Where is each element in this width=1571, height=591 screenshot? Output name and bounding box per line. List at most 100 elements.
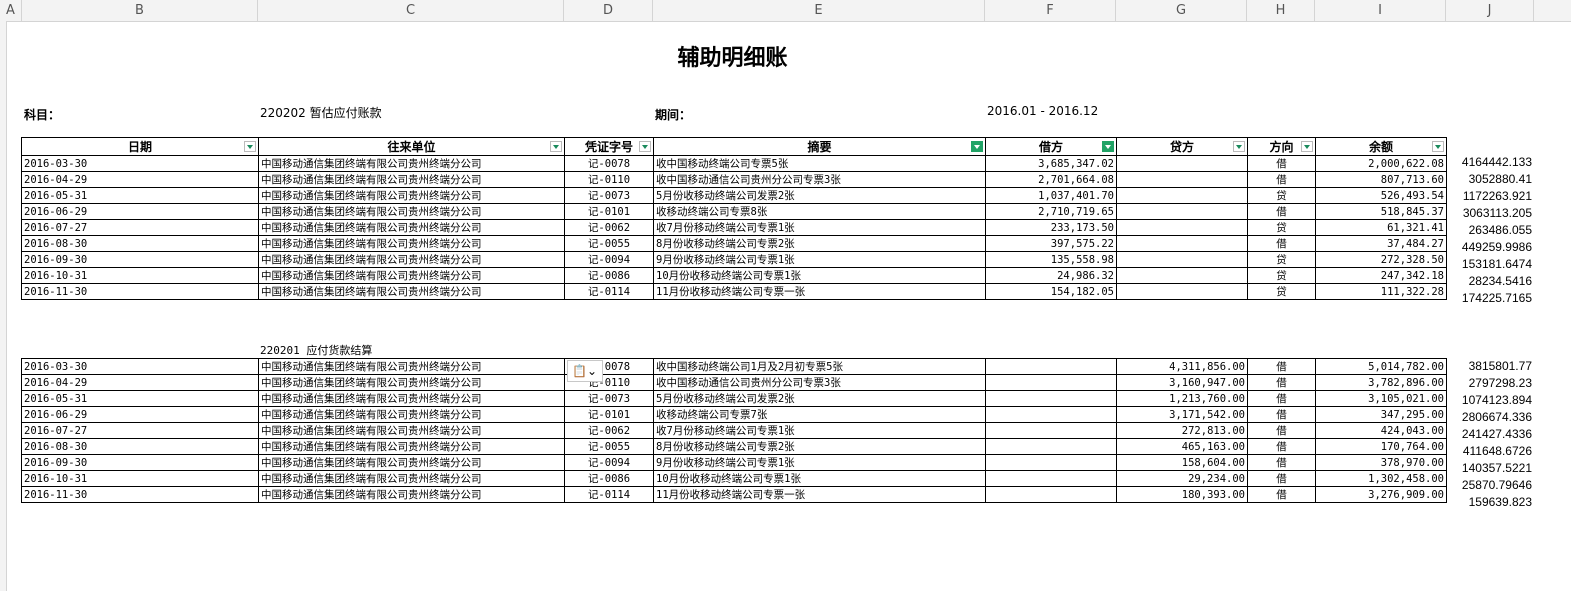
cell-date[interactable]: 2016-04-29 [21,374,259,391]
cell-voucher[interactable]: 记-0094 [564,251,654,268]
cell-unit[interactable]: 中国移动通信集团终端有限公司贵州终端分公司 [258,406,565,423]
side-value[interactable]: 140357.5221 [1450,460,1532,477]
cell-direction[interactable]: 借 [1247,470,1316,487]
cell-direction[interactable]: 借 [1247,406,1316,423]
filter-dropdown-icon[interactable] [1432,141,1444,152]
cell-voucher[interactable]: 记-0110 [564,171,654,188]
cell-summary[interactable]: 收7月份移动终端公司专票1张 [653,422,986,439]
cell-direction[interactable]: 借 [1247,374,1316,391]
cell-voucher[interactable]: 记-0062 [564,422,654,439]
side-value[interactable]: 3052880.41 [1450,171,1532,188]
cell-direction[interactable]: 借 [1247,171,1316,188]
cell-balance[interactable]: 347,295.00 [1315,406,1447,423]
cell-balance[interactable]: 3,105,021.00 [1315,390,1447,407]
cell-unit[interactable]: 中国移动通信集团终端有限公司贵州终端分公司 [258,251,565,268]
cell-credit[interactable] [1116,283,1248,300]
cell-unit[interactable]: 中国移动通信集团终端有限公司贵州终端分公司 [258,187,565,204]
cell-summary[interactable]: 8月份收移动终端公司专票2张 [653,438,986,455]
cell-unit[interactable]: 中国移动通信集团终端有限公司贵州终端分公司 [258,267,565,284]
cell-date[interactable]: 2016-03-30 [21,155,259,172]
cell-debit[interactable] [985,422,1117,439]
table-row[interactable]: 2016-06-29 中国移动通信集团终端有限公司贵州终端分公司 记-0101 收移动… [21,406,1447,423]
column-header-i[interactable]: I [1315,0,1446,21]
table-row[interactable]: 2016-03-30 中国移动通信集团终端有限公司贵州终端分公司 记-0078 收中国… [21,155,1447,172]
table-row[interactable]: 2016-03-30 中国移动通信集团终端有限公司贵州终端分公司 记-0078 收中国… [21,358,1447,375]
side-value[interactable]: 4164442.133 [1450,154,1532,171]
cell-credit[interactable]: 29,234.00 [1116,470,1248,487]
cell-date[interactable]: 2016-09-30 [21,251,259,268]
table-row[interactable]: 2016-04-29 中国移动通信集团终端有限公司贵州终端分公司 记-0110 收中国… [21,171,1447,188]
cell-unit[interactable]: 中国移动通信集团终端有限公司贵州终端分公司 [258,470,565,487]
cell-unit[interactable]: 中国移动通信集团终端有限公司贵州终端分公司 [258,219,565,236]
cell-voucher[interactable]: 记-0055 [564,438,654,455]
filter-dropdown-icon[interactable] [550,141,562,152]
cell-credit[interactable] [1116,267,1248,284]
cell-balance[interactable]: 5,014,782.00 [1315,358,1447,375]
cell-debit[interactable]: 135,558.98 [985,251,1117,268]
cell-balance[interactable]: 3,276,909.00 [1315,486,1447,503]
side-value[interactable]: 1074123.894 [1450,392,1532,409]
cell-credit[interactable] [1116,155,1248,172]
cell-credit[interactable]: 272,813.00 [1116,422,1248,439]
table-row[interactable]: 2016-10-31 中国移动通信集团终端有限公司贵州终端分公司 记-0086 10月… [21,267,1447,284]
cell-direction[interactable]: 借 [1247,486,1316,503]
filter-dropdown-icon[interactable] [1233,141,1245,152]
cell-summary[interactable]: 11月份收移动终端公司专票一张 [653,283,986,300]
side-value[interactable]: 159639.823 [1450,494,1532,511]
column-header-f[interactable]: F [985,0,1116,21]
cell-direction[interactable]: 借 [1247,390,1316,407]
side-value[interactable]: 411648.6726 [1450,443,1532,460]
cell-unit[interactable]: 中国移动通信集团终端有限公司贵州终端分公司 [258,422,565,439]
cell-debit[interactable] [985,358,1117,375]
cell-debit[interactable] [985,454,1117,471]
cell-voucher[interactable]: 记-0078 [564,155,654,172]
column-header-c[interactable]: C [258,0,564,21]
table-row[interactable]: 2016-09-30 中国移动通信集团终端有限公司贵州终端分公司 记-0094 9月份… [21,454,1447,471]
cell-summary[interactable]: 收中国移动终端公司1月及2月初专票5张 [653,358,986,375]
cell-balance[interactable]: 1,302,458.00 [1315,470,1447,487]
cell-unit[interactable]: 中国移动通信集团终端有限公司贵州终端分公司 [258,390,565,407]
table-row[interactable]: 2016-05-31 中国移动通信集团终端有限公司贵州终端分公司 记-0073 5月份… [21,187,1447,204]
cell-date[interactable]: 2016-05-31 [21,187,259,204]
side-value[interactable]: 28234.5416 [1450,273,1532,290]
filter-dropdown-icon[interactable] [639,141,651,152]
cell-debit[interactable] [985,438,1117,455]
cell-unit[interactable]: 中国移动通信集团终端有限公司贵州终端分公司 [258,155,565,172]
filter-active-icon[interactable] [1102,141,1114,152]
cell-balance[interactable]: 170,764.00 [1315,438,1447,455]
cell-credit[interactable] [1116,235,1248,252]
cell-debit[interactable]: 2,710,719.65 [985,203,1117,220]
cell-credit[interactable]: 1,213,760.00 [1116,390,1248,407]
cell-credit[interactable]: 4,311,856.00 [1116,358,1248,375]
cell-summary[interactable]: 5月份收移动终端公司发票2张 [653,390,986,407]
cell-summary[interactable]: 收7月份移动终端公司专票1张 [653,219,986,236]
cell-debit[interactable] [985,374,1117,391]
cell-direction[interactable]: 借 [1247,235,1316,252]
cell-balance[interactable]: 3,782,896.00 [1315,374,1447,391]
cell-balance[interactable]: 807,713.60 [1315,171,1447,188]
cell-debit[interactable]: 154,182.05 [985,283,1117,300]
cell-voucher[interactable]: 记-0101 [564,203,654,220]
cell-voucher[interactable]: 记-0073 [564,390,654,407]
cell-balance[interactable]: 2,000,622.08 [1315,155,1447,172]
cell-voucher[interactable]: 记-0073 [564,187,654,204]
table-row[interactable]: 2016-08-30 中国移动通信集团终端有限公司贵州终端分公司 记-0055 8月份… [21,235,1447,252]
side-value[interactable]: 25870.79646 [1450,477,1532,494]
cell-debit[interactable]: 1,037,401.70 [985,187,1117,204]
cell-date[interactable]: 2016-11-30 [21,283,259,300]
table-row[interactable]: 2016-09-30 中国移动通信集团终端有限公司贵州终端分公司 记-0094 9月份… [21,251,1447,268]
cell-voucher[interactable]: 记-0086 [564,470,654,487]
cell-balance[interactable]: 111,322.28 [1315,283,1447,300]
cell-balance[interactable]: 378,970.00 [1315,454,1447,471]
cell-voucher[interactable]: 记-0101 [564,406,654,423]
cell-date[interactable]: 2016-10-31 [21,470,259,487]
cell-credit[interactable] [1116,219,1248,236]
cell-date[interactable]: 2016-08-30 [21,235,259,252]
cell-direction[interactable]: 借 [1247,203,1316,220]
cell-credit[interactable]: 465,163.00 [1116,438,1248,455]
column-header-g[interactable]: G [1116,0,1247,21]
cell-unit[interactable]: 中国移动通信集团终端有限公司贵州终端分公司 [258,283,565,300]
cell-summary[interactable]: 收中国移动通信公司贵州分公司专票3张 [653,374,986,391]
cell-date[interactable]: 2016-07-27 [21,219,259,236]
cell-summary[interactable]: 9月份收移动终端公司专票1张 [653,454,986,471]
